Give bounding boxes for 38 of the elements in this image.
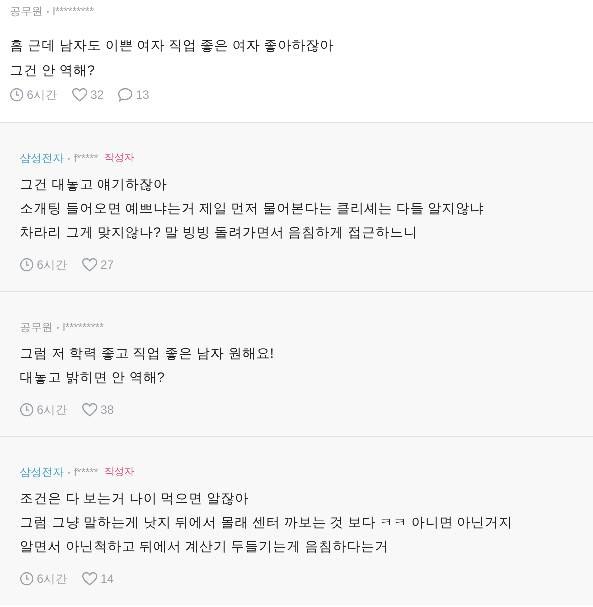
like-count: 38 xyxy=(100,402,114,419)
heart-icon xyxy=(82,258,98,272)
comment-text: 알면서 아닌척하고 뒤에서 계산기 두들기는게 음침하다는거 xyxy=(20,538,390,556)
comment-text: 그건 안 역해? xyxy=(10,62,96,80)
like-count: 27 xyxy=(100,257,114,274)
comment-text: 조건은 다 보는거 나이 먹으면 알잖아 xyxy=(20,490,250,508)
comment-text: 그럼 저 학력 좋고 직업 좋은 남자 원해요! xyxy=(20,345,276,363)
time-ago: 6시간 xyxy=(37,257,68,274)
comment-text: 대놓고 밝히면 안 역해? xyxy=(20,369,166,387)
like-count: 14 xyxy=(100,571,114,588)
clock-icon xyxy=(20,258,34,272)
heart-icon xyxy=(82,403,98,417)
heart-icon xyxy=(72,88,88,102)
user-id: l********* xyxy=(63,321,104,335)
time-ago: 6시간 xyxy=(27,87,58,104)
comment-text: 흠 근데 남자도 이쁜 여자 직업 좋은 여자 좋아하잖아 xyxy=(10,37,336,55)
user-id: f***** xyxy=(74,152,98,166)
author-tag: 작성자 xyxy=(104,466,134,480)
company-name: 공무원 xyxy=(10,5,43,19)
company-name: 삼성전자 xyxy=(20,466,64,480)
comment-text: 차라리 그게 맞지않나? 말 빙빙 돌려가면서 음침하게 접근하느니 xyxy=(20,224,419,242)
heart-icon xyxy=(82,572,98,586)
user-id: l********* xyxy=(53,5,94,19)
clock-icon xyxy=(10,88,24,102)
user-id: f***** xyxy=(74,466,98,480)
company-name: 공무원 xyxy=(20,321,53,335)
comment-text: 소개팅 들어오면 예쁘냐는거 제일 먼저 물어본다는 클리셰는 다들 알지않냐 xyxy=(20,200,486,218)
like-count: 32 xyxy=(90,87,104,104)
comment-count: 13 xyxy=(136,87,150,104)
comment-text: 그건 대놓고 얘기하잖아 xyxy=(20,176,169,194)
time-ago: 6시간 xyxy=(37,571,68,588)
time-ago: 6시간 xyxy=(37,402,68,419)
clock-icon xyxy=(20,572,34,586)
comment-icon xyxy=(118,88,134,102)
comment-text: 그럼 그냥 말하는게 낫지 뒤에서 몰래 센터 까보는 것 보다 ㅋㅋ 아니면 아닌거지 xyxy=(20,514,514,532)
clock-icon xyxy=(20,403,34,417)
company-name: 삼성전자 xyxy=(20,152,64,166)
author-tag: 작성자 xyxy=(104,152,134,166)
